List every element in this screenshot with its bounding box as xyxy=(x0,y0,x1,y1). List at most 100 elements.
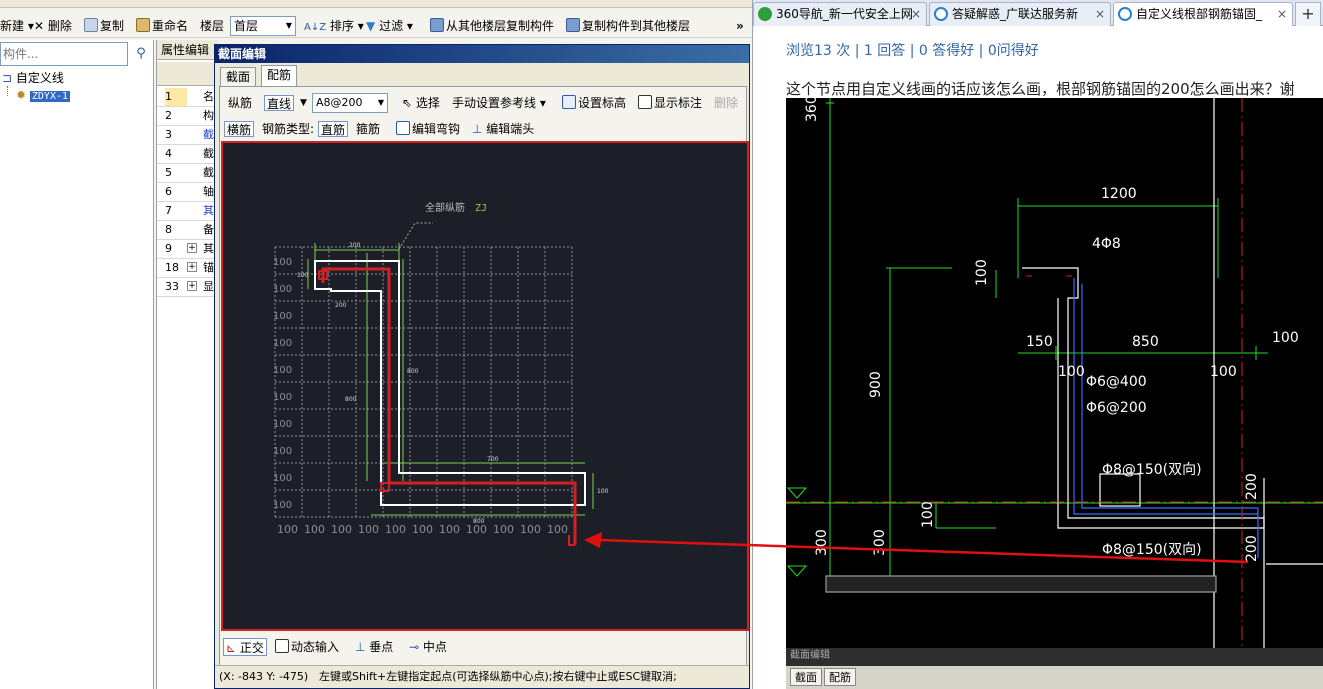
stirrup-button[interactable]: 箍筋 xyxy=(356,121,380,137)
component-search-input[interactable]: 构件... xyxy=(0,42,128,66)
browser-tab-glodon[interactable]: 答疑解惑_广联达服务新 × xyxy=(929,2,1111,26)
grid-label-bottom: 100 xyxy=(304,523,325,536)
grid-labels: 100 100 100 100 100 100 100 100 100 100 100 100 100 1… xyxy=(273,257,568,536)
dimension-label: 200 xyxy=(349,242,361,249)
cad-label-phi6-400: Φ6@400 xyxy=(1086,374,1147,390)
property-row[interactable]: 4截 xyxy=(157,145,218,164)
delete-rebar-button[interactable]: 删除 xyxy=(714,95,738,111)
dimension-label: 800 xyxy=(473,518,485,525)
rename-icon xyxy=(136,18,150,32)
copy-floor-icon xyxy=(430,18,444,32)
cad-label-100: 100 xyxy=(1272,330,1299,346)
coordinate-readout: (X: -843 Y: -475) xyxy=(219,670,309,683)
copy-to-other-floor-button[interactable]: 复制构件到其他楼层 xyxy=(566,18,690,34)
select-button[interactable]: ⇖ 选择 xyxy=(402,95,440,111)
transverse-rebar-button[interactable]: 横筋 xyxy=(224,121,255,137)
property-row[interactable]: 1名 xyxy=(157,88,218,107)
delete-button[interactable]: ✕ 删除 xyxy=(34,18,72,34)
grid-label-left: 100 xyxy=(273,392,292,403)
ortho-button[interactable]: ⊾ 正交 xyxy=(223,638,267,656)
longitudinal-rebar-button[interactable]: 纵筋 xyxy=(228,95,252,111)
close-tab-icon[interactable]: × xyxy=(1277,3,1287,25)
select-label: 选择 xyxy=(415,96,440,110)
floor-select[interactable]: 首层 ▼ xyxy=(230,16,296,36)
component-icon: ✹ xyxy=(16,88,27,102)
tree-child-label: ZDYX-1 xyxy=(29,91,71,102)
filter-button[interactable]: ▼ 过滤 ▾ xyxy=(366,18,413,34)
dimension-label: 800 xyxy=(345,396,357,403)
dimension-layer xyxy=(307,243,594,516)
rebar-toolbar-2: 横筋 钢筋类型: 直筋 箍筋 编辑弯钩 ⊥ 编辑端头 xyxy=(220,117,746,141)
new-button[interactable]: 新建 ▾ xyxy=(0,18,34,34)
expand-icon[interactable]: + xyxy=(187,262,197,272)
tab-reinforcement[interactable]: 配筋 xyxy=(261,65,298,87)
property-row-number: 9 xyxy=(165,242,172,255)
property-row-number: 33 xyxy=(165,280,179,293)
component-tree-panel: 构件... ⚲ ⊐ 自定义线 ✹ ZDYX-1 xyxy=(0,40,154,689)
new-tab-button[interactable]: + xyxy=(1295,2,1321,26)
annotation-text: 全部纵筋 xyxy=(425,201,465,214)
sort-button[interactable]: A↓Z 排序 ▾ xyxy=(304,18,364,34)
property-row-number: 8 xyxy=(165,223,172,236)
copy-button[interactable]: 复制 xyxy=(84,18,124,34)
dynamic-input-button[interactable]: 动态输入 xyxy=(275,638,339,656)
filter-icon: ▼ xyxy=(366,19,376,33)
embedded-dialog-thumbnail: 截面编辑 截面 配筋 xyxy=(786,648,1323,689)
delete-icon: ✕ xyxy=(34,19,45,33)
property-row[interactable]: 8备 xyxy=(157,221,218,240)
section-drawing-canvas[interactable]: 100 100 100 100 100 100 100 100 100 100 100 100 100 1… xyxy=(221,141,749,631)
dropdown-arrow-icon: ▼ xyxy=(377,98,384,107)
browser-tab-360[interactable]: 360导航_新一代安全上网 × xyxy=(753,2,927,26)
edit-end-button[interactable]: ⊥ 编辑端头 xyxy=(472,121,534,137)
cad-label-1200: 1200 xyxy=(1101,186,1137,202)
expand-icon[interactable]: + xyxy=(187,243,197,253)
close-tab-icon[interactable]: × xyxy=(911,3,921,25)
edit-hook-label: 编辑弯钩 xyxy=(412,122,461,136)
line-mode-dropdown-icon[interactable]: ▼ xyxy=(300,95,307,111)
expand-icon[interactable]: + xyxy=(187,281,197,291)
grid-label-left: 100 xyxy=(273,365,292,376)
perpendicular-button[interactable]: ⊥ 垂点 xyxy=(355,638,393,656)
dimension-label: 800 xyxy=(407,368,419,375)
grid-label-bottom: 100 xyxy=(493,523,514,536)
set-elevation-label: 设置标高 xyxy=(578,96,627,110)
property-row-label: 轴 xyxy=(203,185,214,198)
property-row[interactable]: 5截 xyxy=(157,164,218,183)
property-row[interactable]: 3截 xyxy=(157,126,218,145)
property-row[interactable]: 6轴 xyxy=(157,183,218,202)
tree-connector xyxy=(7,86,8,96)
section-drawing-svg[interactable]: 100 100 100 100 100 100 100 100 100 100 100 100 100 1… xyxy=(223,143,747,629)
dimension-label: 200 xyxy=(335,302,347,309)
hook-icon xyxy=(396,121,410,135)
property-row[interactable]: 9 + 其 xyxy=(157,240,218,259)
show-annotation-button[interactable]: 显示标注 xyxy=(638,95,702,111)
rebar-spec-select[interactable]: A8@200 ▼ xyxy=(312,93,388,113)
grid-label-bottom: 100 xyxy=(277,523,298,536)
rename-button[interactable]: 重命名 xyxy=(136,18,188,34)
tab-section[interactable]: 截面 xyxy=(220,67,257,87)
line-mode-button[interactable]: 直线 xyxy=(264,95,295,111)
toolbar-overflow-icon[interactable]: » xyxy=(736,18,744,34)
copy-from-other-floor-button[interactable]: 从其他楼层复制构件 xyxy=(430,18,554,34)
browser-tab-active[interactable]: 自定义线根部钢筋锚固_ × xyxy=(1113,2,1293,26)
floor-value: 首层 xyxy=(234,19,259,33)
set-elevation-button[interactable]: 设置标高 xyxy=(562,95,626,111)
tree-node-custom-line[interactable]: ⊐ 自定义线 xyxy=(2,70,64,86)
edit-hook-button[interactable]: 编辑弯钩 xyxy=(396,121,460,137)
close-tab-icon[interactable]: × xyxy=(1095,3,1105,25)
property-row[interactable]: 18 + 锚 xyxy=(157,259,218,278)
midpoint-button[interactable]: ⊸ 中点 xyxy=(409,638,447,656)
straight-rebar-button[interactable]: 直筋 xyxy=(318,121,349,137)
grid-label-bottom: 100 xyxy=(520,523,541,536)
reference-line-button[interactable]: 手动设置参考线 ▾ xyxy=(452,95,546,111)
copy-label: 复制 xyxy=(100,19,125,33)
property-row[interactable]: 33 + 显 xyxy=(157,278,218,297)
rename-label: 重命名 xyxy=(152,19,189,33)
browser-tab-bar: 360导航_新一代安全上网 × 答疑解惑_广联达服务新 × 自定义线根部钢筋锚固_ ×… xyxy=(753,0,1323,26)
menu-strip xyxy=(0,0,752,8)
property-row[interactable]: 2构 xyxy=(157,107,218,126)
rebar-toolbar-1: 纵筋 直线 ▼ A8@200 ▼ ⇖ 选择 手动设置参考线 ▾ 设置标高 显示标注… xyxy=(220,91,746,115)
tree-node-zdyx-1[interactable]: ✹ ZDYX-1 xyxy=(16,87,71,103)
property-row[interactable]: 7其 xyxy=(157,202,218,221)
search-icon[interactable]: ⚲ xyxy=(131,43,151,65)
